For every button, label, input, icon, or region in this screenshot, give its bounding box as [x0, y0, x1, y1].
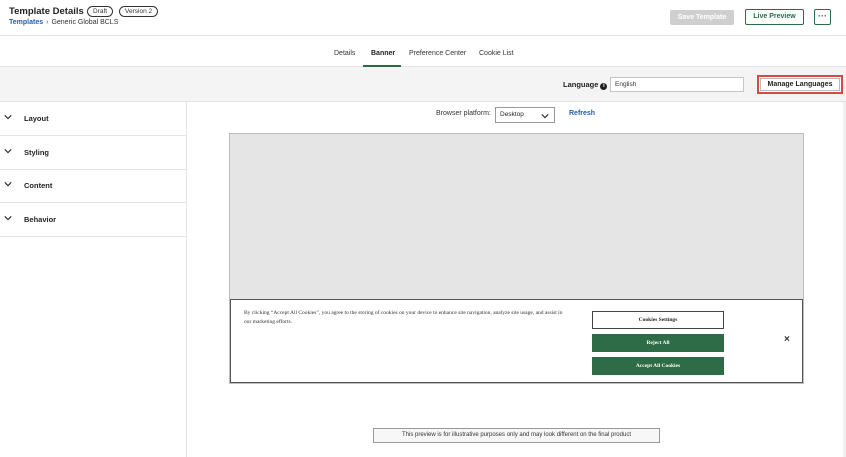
cookie-banner-preview: By clicking “Accept All Cookies”, you ag… — [230, 299, 803, 383]
manage-languages-button[interactable]: Manage Languages — [757, 75, 843, 94]
banner-text: By clicking “Accept All Cookies”, you ag… — [244, 310, 563, 325]
breadcrumb-templates-link[interactable]: Templates — [9, 19, 43, 26]
tab-banner[interactable]: Banner — [371, 50, 395, 57]
browser-platform-label: Browser platform: — [436, 110, 491, 117]
draft-badge: Draft — [87, 6, 114, 17]
tab-cookie-list[interactable]: Cookie List — [479, 50, 514, 57]
breadcrumb-separator-icon: › — [46, 19, 49, 26]
chevron-down-icon — [4, 149, 12, 154]
sidebar-item-label: Layout — [24, 114, 49, 123]
live-preview-button[interactable]: Live Preview — [745, 9, 804, 25]
language-label: Language i — [563, 80, 608, 90]
breadcrumb-current: Generic Global BCLS — [51, 19, 119, 26]
manage-languages-label: Manage Languages — [760, 78, 840, 91]
sidebar-item-label: Styling — [24, 148, 50, 157]
sidebar-item-content[interactable]: Content — [0, 169, 186, 203]
settings-sidebar: Layout Styling Content Behavior — [0, 102, 187, 457]
breadcrumb: Templates › Generic Global BCLS — [9, 19, 118, 26]
close-icon[interactable]: × — [784, 334, 790, 345]
tab-preference-center[interactable]: Preference Center — [409, 50, 466, 57]
more-options-button[interactable]: ··· — [814, 9, 831, 25]
sidebar-item-styling[interactable]: Styling — [0, 136, 186, 170]
language-label-text: Language — [563, 80, 599, 89]
chevron-down-icon — [4, 216, 12, 221]
info-icon[interactable]: i — [600, 83, 608, 90]
sidebar-item-label: Behavior — [24, 215, 57, 224]
language-select[interactable]: English — [610, 77, 744, 92]
sidebar-item-behavior[interactable]: Behavior — [0, 203, 186, 237]
tab-details[interactable]: Details — [334, 50, 355, 57]
save-template-button[interactable]: Save Template — [670, 10, 734, 25]
cookies-settings-button[interactable]: Cookies Settings — [592, 311, 724, 329]
language-bar: Language i English Manage Languages — [0, 67, 846, 102]
version-badge: Version 2 — [119, 6, 159, 17]
chevron-down-icon — [541, 114, 549, 119]
accept-all-cookies-button[interactable]: Accept All Cookies — [592, 357, 724, 375]
page-header: Template Details Draft Version 2 Templat… — [0, 0, 846, 36]
page-title: Template Details — [9, 6, 84, 17]
chevron-down-icon — [4, 115, 12, 120]
sidebar-item-label: Content — [24, 181, 53, 190]
chevron-down-icon — [4, 182, 12, 187]
refresh-link[interactable]: Refresh — [569, 110, 595, 117]
tab-bar: Details Banner Preference Center Cookie … — [0, 36, 846, 67]
preview-disclaimer: This preview is for illustrative purpose… — [373, 428, 660, 443]
sidebar-item-layout[interactable]: Layout — [0, 102, 186, 136]
reject-all-button[interactable]: Reject All — [592, 334, 724, 352]
browser-platform-select[interactable]: Desktop — [495, 107, 555, 123]
browser-platform-value: Desktop — [500, 111, 524, 118]
